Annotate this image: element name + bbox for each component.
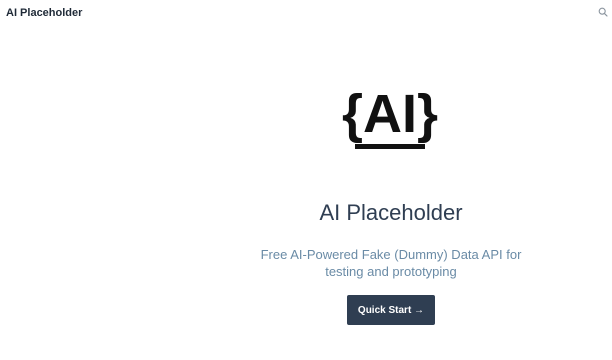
quick-start-button[interactable]: Quick Start → <box>347 295 435 325</box>
hero-section: {AI} AI Placeholder Free AI-Powered Fake… <box>228 0 554 360</box>
page: AI Placeholder {AI} AI Placeholder Free … <box>0 0 612 360</box>
hero-subtitle: Free AI-Powered Fake (Dummy) Data API fo… <box>260 247 522 279</box>
page-title: AI Placeholder <box>319 200 463 225</box>
search-icon <box>598 7 608 17</box>
svg-text:{AI}: {AI} <box>342 84 438 144</box>
search-button[interactable] <box>596 5 610 19</box>
brand-link[interactable]: AI Placeholder <box>6 7 82 19</box>
ai-logo: {AI} <box>342 84 438 149</box>
